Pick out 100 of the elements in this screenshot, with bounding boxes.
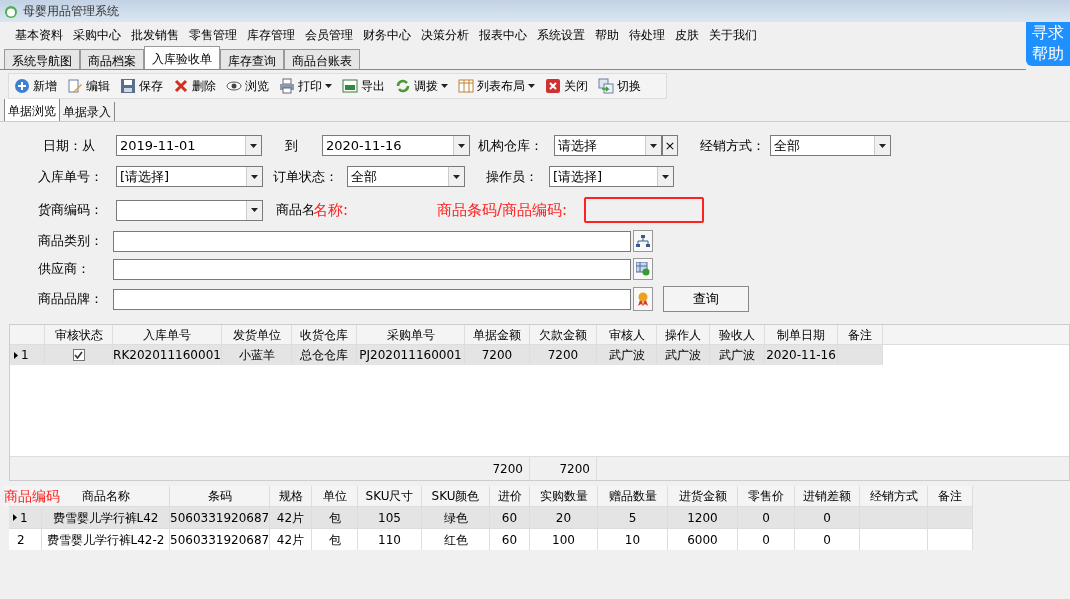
current-row-icon	[14, 351, 18, 359]
menu-item[interactable]: 财务中心	[358, 25, 416, 44]
column-header[interactable]: 收货仓库	[292, 325, 357, 344]
toolbar-button[interactable]: 列表布局	[453, 77, 540, 95]
toolbar-button[interactable]: 保存	[115, 77, 168, 95]
table-cell: 7200	[465, 345, 530, 365]
field-label: 供应商：	[38, 260, 91, 279]
toolbar-button[interactable]: 切换	[593, 77, 646, 95]
refresh-icon	[395, 78, 411, 94]
tab[interactable]: 单据录入	[60, 102, 115, 121]
field-label: 到	[284, 136, 299, 155]
column-header[interactable]: 进货金额	[678, 486, 727, 506]
menu-item[interactable]: 系统设置	[532, 25, 590, 44]
field-label: 日期：从	[42, 136, 96, 155]
total-cell: 7200	[465, 457, 530, 480]
dropdown-field[interactable]	[116, 199, 263, 221]
column-header[interactable]: 进销差额	[803, 486, 851, 506]
table-row[interactable]: 1 费雪婴儿学行裤L42 5060331920687 42片 包 105 绿色 60 20 5 1200 0 0	[9, 506, 973, 528]
column-header[interactable]: 验收人	[710, 325, 765, 344]
column-header[interactable]: SKU尺寸	[365, 486, 414, 506]
table-cell: PJ202011160001	[357, 345, 465, 365]
text-field[interactable]	[113, 288, 631, 310]
column-header[interactable]: 零售价	[748, 486, 784, 506]
column-header[interactable]: 审核状态	[45, 325, 113, 344]
hierarchy-button[interactable]	[633, 230, 653, 252]
text-field[interactable]	[113, 258, 631, 280]
toolbar-button[interactable]: 删除	[168, 77, 221, 95]
toolbar-button[interactable]: 打印	[274, 77, 337, 95]
column-header[interactable]: 经销方式	[869, 486, 918, 506]
dropdown-field[interactable]: 请选择	[554, 135, 662, 156]
column-header[interactable]: SKU颜色	[431, 486, 480, 506]
dropdown-field[interactable]: 2020-11-16	[322, 135, 470, 156]
menu-item[interactable]: 零售管理	[184, 25, 242, 44]
table-row[interactable]: 1 RK202011160001 小蓝羊 总仓仓库 PJ202011160001 7200 7200 武广波 武广波 武广波 2020-11-16	[10, 345, 883, 365]
caret-icon	[879, 143, 886, 148]
table-cell: 费雪婴儿学行裤L42-2	[42, 529, 170, 550]
toolbar-button[interactable]: 编辑	[62, 77, 115, 95]
menu-item[interactable]: 基本资料	[10, 25, 68, 44]
spreadsheet-icon	[342, 78, 358, 94]
tab[interactable]: 系统导航图	[4, 49, 80, 69]
grid-icon	[636, 262, 650, 276]
column-header[interactable]: 商品名称	[81, 486, 130, 506]
table-icon	[458, 78, 474, 94]
menu-item[interactable]: 帮助	[590, 25, 624, 44]
column-header[interactable]: 入库单号	[113, 325, 222, 344]
column-header[interactable]: 赠品数量	[608, 486, 657, 506]
app-logo-icon	[4, 4, 18, 18]
table-cell: 武广波	[657, 345, 710, 365]
dropdown-field[interactable]: 2019-11-01	[116, 135, 262, 156]
column-header[interactable]: 单据金额	[465, 325, 530, 344]
toolbar-button[interactable]: 导出	[337, 77, 390, 95]
tab[interactable]: 库存查询	[220, 49, 284, 69]
query-button[interactable]: 查询	[663, 286, 749, 312]
brand-button[interactable]	[633, 287, 653, 311]
text-field[interactable]	[113, 230, 631, 252]
menu-item[interactable]: 批发销售	[126, 25, 184, 44]
toolbar-button[interactable]: 关闭	[540, 77, 593, 95]
menu-item[interactable]: 待处理	[624, 25, 670, 44]
table-row[interactable]: 2 费雪婴儿学行裤L42-2 5060331920687 42片 包 110 红色 60 100 10 6000 0 0	[9, 528, 973, 550]
toolbar-button[interactable]: 浏览	[221, 77, 274, 95]
column-header[interactable]: 进价	[497, 486, 522, 506]
menu-item[interactable]: 会员管理	[300, 25, 358, 44]
column-header[interactable]: 欠款金额	[530, 325, 597, 344]
column-header[interactable]: 条码	[207, 486, 232, 506]
table-cell: 7200	[530, 345, 597, 365]
column-header[interactable]: 发货单位	[222, 325, 292, 344]
menu-item[interactable]: 决策分析	[416, 25, 474, 44]
column-header[interactable]: 实购数量	[539, 486, 588, 506]
tab[interactable]: 入库验收单	[144, 46, 220, 69]
annotation-text: 商品条码/商品编码:	[437, 199, 569, 221]
checkbox[interactable]	[72, 349, 85, 361]
table-cell: 10	[598, 529, 668, 550]
field-label: 商品名	[275, 201, 313, 220]
column-header[interactable]: 备注	[838, 325, 883, 344]
tab[interactable]: 商品台账表	[284, 49, 360, 69]
menu-item[interactable]: 报表中心	[474, 25, 532, 44]
cross-icon	[173, 78, 189, 94]
column-header[interactable]: 单位	[322, 486, 347, 506]
menu-item[interactable]: 皮肤	[670, 25, 704, 44]
dropdown-field[interactable]: 全部	[770, 135, 891, 156]
column-header[interactable]: 制单日期	[765, 325, 838, 344]
dropdown-field[interactable]: [请选择]	[116, 166, 263, 187]
menu-item[interactable]: 采购中心	[68, 25, 126, 44]
field-label: 机构仓库：	[477, 136, 544, 155]
menu-item[interactable]: 关于我们	[704, 25, 762, 44]
supplier-button[interactable]	[633, 258, 653, 280]
dropdown-field[interactable]: [请选择]	[549, 166, 674, 187]
column-header[interactable]: 备注	[938, 486, 962, 506]
toolbar-button[interactable]: 调拨	[390, 77, 453, 95]
dropdown-field[interactable]: 全部	[347, 166, 465, 187]
column-header[interactable]: 规格	[278, 486, 303, 506]
field-label: 入库单号：	[38, 167, 104, 186]
toolbar-button[interactable]: 新增	[9, 77, 62, 95]
column-header[interactable]: 采购单号	[357, 325, 465, 344]
column-header[interactable]: 操作人	[657, 325, 710, 344]
clear-button[interactable]: ×	[662, 135, 678, 156]
menu-item[interactable]: 库存管理	[242, 25, 300, 44]
tab[interactable]: 单据浏览	[4, 99, 60, 121]
tab[interactable]: 商品档案	[80, 49, 144, 69]
column-header[interactable]: 审核人	[597, 325, 657, 344]
